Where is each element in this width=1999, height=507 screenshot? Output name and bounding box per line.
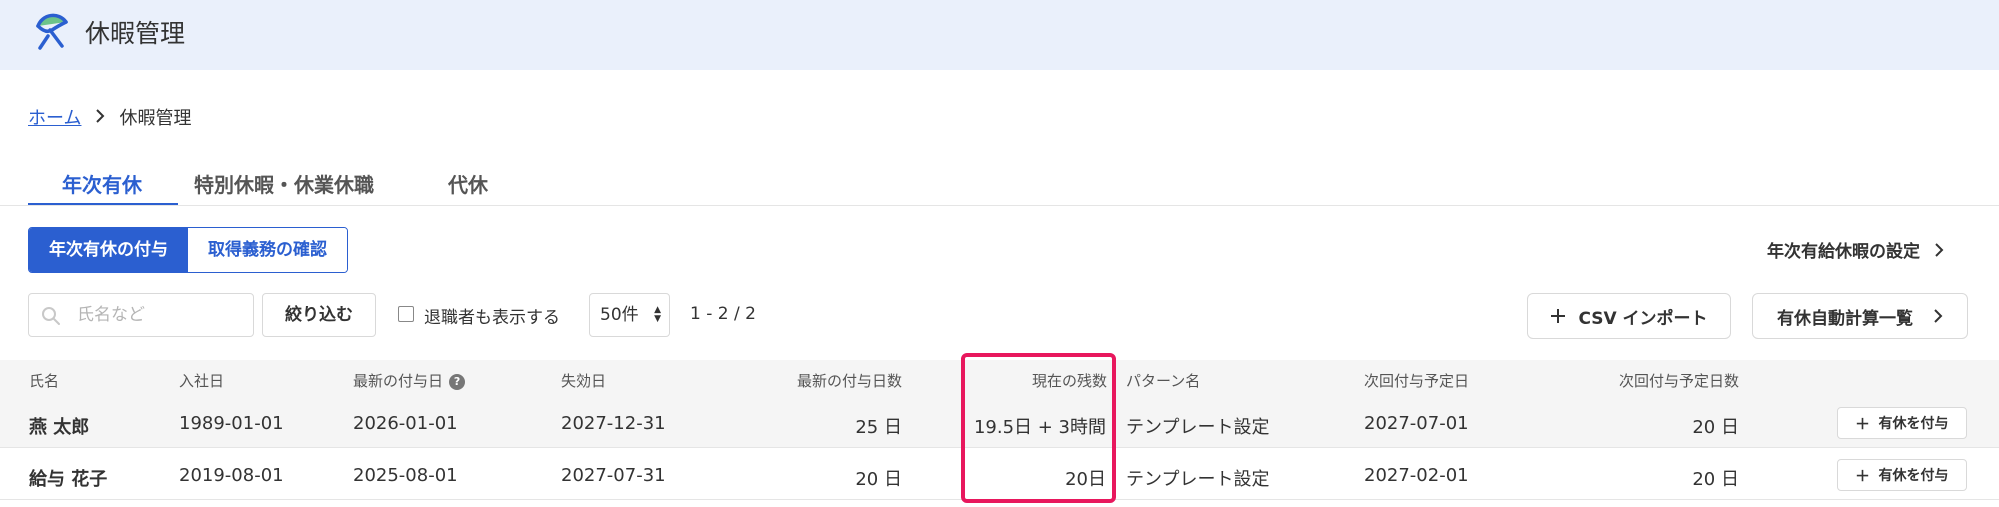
latest-grant-date: 2025-08-01 <box>353 465 458 486</box>
plus-icon <box>1856 469 1868 481</box>
latest-grant-days: 25 日 <box>855 417 902 438</box>
table-row: 燕 太郎 1989-01-01 2026-01-01 2027-12-31 25… <box>0 398 1999 448</box>
tab-compensatory-leave[interactable]: 代休 <box>448 169 488 198</box>
header-next-grant-date: 次回付与予定日 <box>1364 372 1470 390</box>
check-obligation-button[interactable]: 取得義務の確認 <box>188 228 347 272</box>
plus-icon <box>1856 417 1868 429</box>
umbrella-logo-icon <box>36 13 68 50</box>
annual-leave-settings-label: 年次有給休暇の設定 <box>1767 242 1920 262</box>
hire-date: 2019-08-01 <box>179 465 284 486</box>
breadcrumb-current: 休暇管理 <box>119 108 192 129</box>
grant-leave-label: 有休を付与 <box>1878 468 1949 484</box>
header-next-grant-days: 次回付与予定日数 <box>1618 372 1739 390</box>
grant-leave-button[interactable]: 有休を付与 <box>1837 459 1967 491</box>
employee-name: 給与 花子 <box>29 469 108 490</box>
pagination-info: 1 - 2 / 2 <box>690 304 756 324</box>
pattern-name: テンプレート設定 <box>1126 417 1270 438</box>
chevron-right-icon <box>1934 309 1943 323</box>
help-icon[interactable]: ? <box>449 374 466 390</box>
chevron-right-icon <box>95 107 105 128</box>
employee-name: 燕 太郎 <box>29 417 90 438</box>
plus-icon <box>1551 309 1566 323</box>
filter-button[interactable]: 絞り込む <box>262 293 376 337</box>
breadcrumb-home-link[interactable]: ホーム <box>28 104 81 130</box>
mode-segmented-control: 年次有休の付与 取得義務の確認 <box>28 227 348 273</box>
show-retired-label: 退職者も表示する <box>424 308 560 328</box>
breadcrumb: ホーム 休暇管理 <box>28 104 191 130</box>
tab-annual-leave[interactable]: 年次有休 <box>62 169 142 198</box>
expiry-date: 2027-07-31 <box>561 465 666 486</box>
app-header: 休暇管理 <box>0 0 1999 70</box>
search-box <box>28 293 254 337</box>
header-latest-grant-date: 最新の付与日? <box>353 370 466 391</box>
csv-import-button[interactable]: CSV インポート <box>1527 293 1731 339</box>
leave-type-tabs: 年次有休 特別休暇・休業休職 代休 <box>28 165 548 206</box>
table-header: 氏名 入社日 最新の付与日? 失効日 最新の付与日数 現在の残数 パターン名 次… <box>0 360 1999 398</box>
latest-grant-date: 2026-01-01 <box>353 413 458 434</box>
tabs-divider <box>0 205 1999 206</box>
hire-date: 1989-01-01 <box>179 413 284 434</box>
grant-annual-leave-button[interactable]: 年次有休の付与 <box>29 228 188 272</box>
show-retired-checkbox[interactable] <box>398 306 414 322</box>
remaining-balance: 20日 <box>1065 469 1106 490</box>
grant-leave-label: 有休を付与 <box>1878 416 1949 432</box>
auto-calc-list-button[interactable]: 有休自動計算一覧 <box>1752 293 1968 339</box>
per-page-select[interactable]: 50件 ▲ ▼ <box>589 293 670 337</box>
next-grant-days: 20 日 <box>1692 417 1739 438</box>
latest-grant-days: 20 日 <box>855 469 902 490</box>
table-row: 給与 花子 2019-08-01 2025-08-01 2027-07-31 2… <box>0 450 1999 500</box>
header-hire-date: 入社日 <box>179 372 225 390</box>
header-name: 氏名 <box>29 372 60 390</box>
search-icon <box>42 307 60 325</box>
auto-calc-list-label: 有休自動計算一覧 <box>1777 308 1913 329</box>
header-pattern: パターン名 <box>1126 372 1201 390</box>
header-remaining: 現在の残数 <box>1031 372 1107 390</box>
header-latest-grant-days: 最新の付与日数 <box>796 372 902 390</box>
search-input[interactable] <box>77 294 247 336</box>
annual-leave-settings-link[interactable]: 年次有給休暇の設定 <box>1767 237 1944 262</box>
pattern-name: テンプレート設定 <box>1126 469 1270 490</box>
next-grant-days: 20 日 <box>1692 469 1739 490</box>
next-grant-date: 2027-02-01 <box>1364 465 1469 486</box>
remaining-balance: 19.5日 + 3時間 <box>973 417 1106 438</box>
select-arrows-icon: ▲ ▼ <box>654 305 661 324</box>
tab-special-leave[interactable]: 特別休暇・休業休職 <box>194 169 374 198</box>
expiry-date: 2027-12-31 <box>561 413 666 434</box>
chevron-right-icon <box>1935 242 1944 257</box>
per-page-value: 50件 <box>600 305 639 325</box>
grant-leave-button[interactable]: 有休を付与 <box>1837 407 1967 439</box>
app-title: 休暇管理 <box>85 19 186 48</box>
csv-import-label: CSV インポート <box>1578 308 1708 329</box>
next-grant-date: 2027-07-01 <box>1364 413 1469 434</box>
header-latest-grant-date-label: 最新の付与日 <box>353 372 444 390</box>
header-expiry-date: 失効日 <box>561 372 607 390</box>
